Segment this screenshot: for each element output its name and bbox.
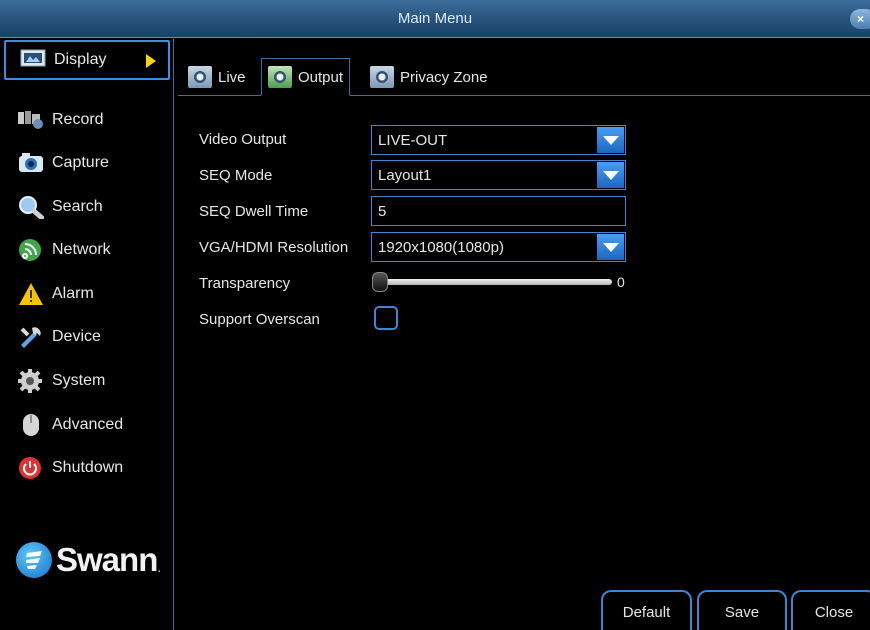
power-icon xyxy=(18,456,44,480)
transparency-slider-handle[interactable] xyxy=(372,272,388,292)
display-icon xyxy=(20,48,46,72)
sidebar-item-label: Record xyxy=(52,111,104,128)
chevron-down-icon[interactable] xyxy=(597,127,624,153)
network-icon xyxy=(18,238,44,262)
tab-output[interactable]: Output xyxy=(261,58,351,96)
chevron-down-icon[interactable] xyxy=(597,234,624,260)
sidebar-item-network[interactable]: Network xyxy=(4,230,170,270)
video-output-label: Video Output xyxy=(199,131,287,148)
tab-privacy-zone[interactable]: Privacy Zone xyxy=(364,58,494,96)
sidebar-item-label: Display xyxy=(54,51,107,68)
save-button[interactable]: Save xyxy=(697,590,787,630)
camera-icon xyxy=(18,151,44,175)
sidebar-item-label: Alarm xyxy=(52,285,94,302)
sidebar-item-device[interactable]: Device xyxy=(4,317,170,357)
sidebar-item-system[interactable]: System xyxy=(4,361,170,401)
tab-label: Privacy Zone xyxy=(400,68,488,86)
record-icon xyxy=(18,108,44,132)
sidebar-item-capture[interactable]: Capture xyxy=(4,143,170,183)
default-button[interactable]: Default xyxy=(601,590,692,630)
camera-icon xyxy=(188,66,212,88)
sidebar-item-label: Capture xyxy=(52,154,109,171)
tab-label: Live xyxy=(218,68,246,86)
selected-arrow-icon xyxy=(146,54,156,68)
sidebar-item-label: Shutdown xyxy=(52,459,124,476)
sidebar-item-record[interactable]: Record xyxy=(4,100,170,140)
video-output-value: LIVE-OUT xyxy=(378,131,448,149)
seq-mode-select[interactable]: Layout1 xyxy=(371,160,626,190)
seq-mode-label: SEQ Mode xyxy=(199,167,273,184)
transparency-slider[interactable] xyxy=(378,279,612,285)
seq-dwell-time-label: SEQ Dwell Time xyxy=(199,203,309,220)
resolution-select[interactable]: 1920x1080(1080p) xyxy=(371,232,626,262)
sidebar-item-label: Search xyxy=(52,198,103,215)
support-overscan-checkbox[interactable] xyxy=(374,306,398,330)
sidebar-item-alarm[interactable]: Alarm xyxy=(4,274,170,314)
transparency-value: 0 xyxy=(617,274,625,290)
sidebar-item-shutdown[interactable]: Shutdown xyxy=(4,448,170,488)
seq-mode-value: Layout1 xyxy=(378,166,432,184)
swann-logo-icon xyxy=(16,542,52,578)
alarm-icon xyxy=(18,282,44,306)
tab-bar: Live Output Privacy Zone xyxy=(178,56,870,96)
gear-icon xyxy=(18,369,44,393)
sidebar-item-label: Device xyxy=(52,328,101,345)
sidebar-item-display[interactable]: Display xyxy=(4,40,170,80)
search-icon xyxy=(18,195,45,221)
support-overscan-label: Support Overscan xyxy=(199,311,320,328)
sidebar-item-search[interactable]: Search xyxy=(4,187,170,227)
close-icon[interactable]: × xyxy=(850,9,870,29)
camera-icon xyxy=(268,66,292,88)
resolution-label: VGA/HDMI Resolution xyxy=(199,239,349,256)
title-bar: Main Menu × xyxy=(0,0,870,38)
sidebar-item-advanced[interactable]: Advanced xyxy=(4,405,170,445)
seq-dwell-time-value: 5 xyxy=(378,202,387,220)
swann-logo: Swann . xyxy=(16,541,161,579)
sidebar-item-label: Advanced xyxy=(52,416,124,433)
transparency-label: Transparency xyxy=(199,275,291,292)
tab-label: Output xyxy=(298,68,344,86)
close-button[interactable]: Close xyxy=(791,590,870,630)
swann-logo-dot: . xyxy=(157,559,162,575)
camera-icon xyxy=(370,66,394,88)
chevron-down-icon[interactable] xyxy=(597,162,624,188)
video-output-select[interactable]: LIVE-OUT xyxy=(371,125,626,155)
sidebar-item-label: Network xyxy=(52,241,111,258)
mouse-icon xyxy=(18,413,44,437)
resolution-value: 1920x1080(1080p) xyxy=(378,238,504,256)
tab-live[interactable]: Live xyxy=(182,58,252,96)
sidebar-item-label: System xyxy=(52,372,106,389)
window-title: Main Menu xyxy=(397,10,473,27)
device-icon xyxy=(18,325,44,349)
seq-dwell-time-input[interactable]: 5 xyxy=(371,196,626,226)
swann-logo-text: Swann xyxy=(56,541,158,578)
sidebar: Display Record Capture Search Network Al… xyxy=(0,39,174,630)
